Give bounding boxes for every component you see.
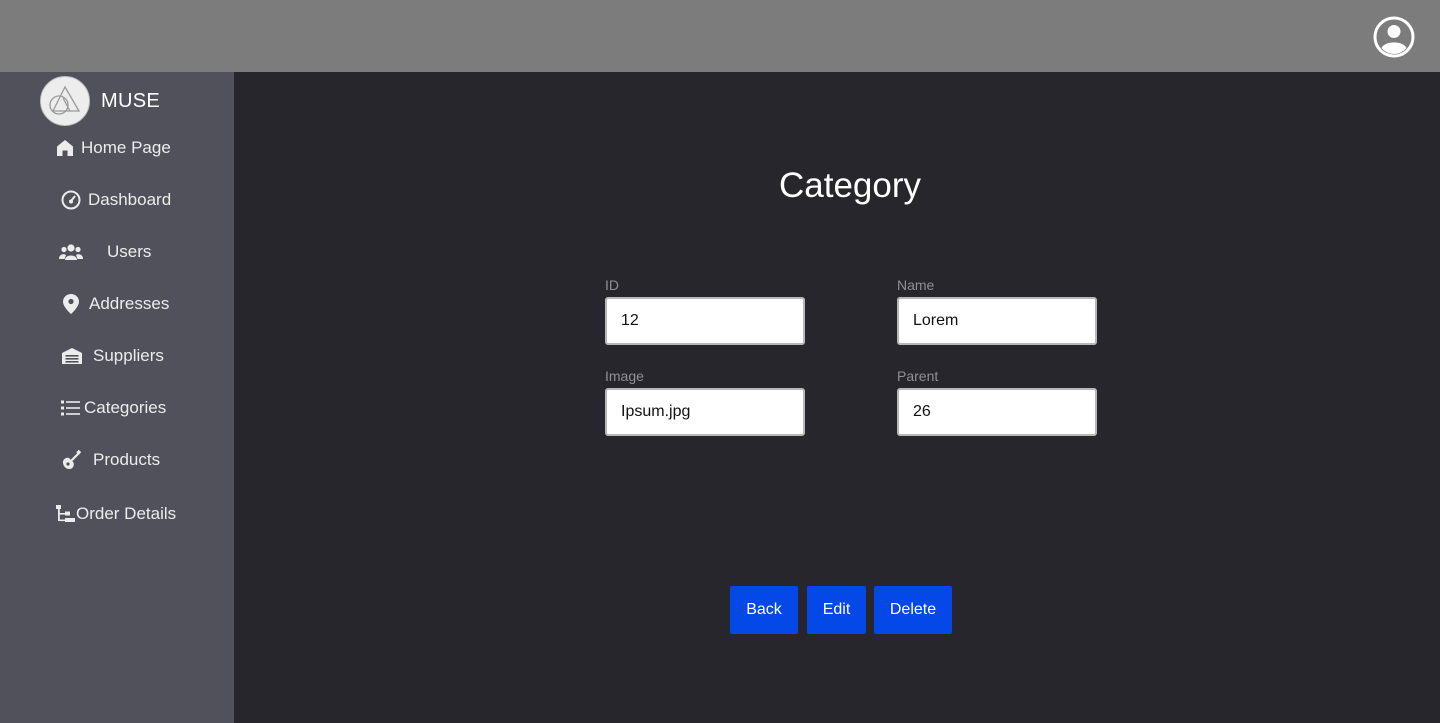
parent-field-label: Parent xyxy=(897,368,939,384)
sidebar-item-dashboard[interactable]: Dashboard xyxy=(61,188,171,212)
home-icon xyxy=(56,139,74,157)
sidebar-item-home-page[interactable]: Home Page xyxy=(56,136,171,160)
id-field-label: ID xyxy=(605,277,619,293)
sidebar-item-order-details[interactable]: Order Details xyxy=(56,502,176,526)
sidebar-item-label: Order Details xyxy=(76,504,177,523)
tree-structure-icon xyxy=(56,505,75,523)
brand-name: MUSE xyxy=(101,89,160,112)
name-field-label: Name xyxy=(897,277,935,293)
page-title: Category xyxy=(778,166,922,205)
top-bar xyxy=(0,0,1440,72)
image-field[interactable] xyxy=(605,388,805,436)
sidebar-item-suppliers[interactable]: Suppliers xyxy=(62,344,164,368)
parent-field[interactable] xyxy=(897,388,1097,436)
sidebar-item-users[interactable]: Users xyxy=(59,240,151,264)
sidebar-item-label: Categories xyxy=(84,398,167,417)
speedometer-icon xyxy=(61,190,81,210)
sidebar-item-products[interactable]: Products xyxy=(62,448,160,472)
sidebar-item-label: Users xyxy=(107,242,152,261)
sidebar-item-label: Home Page xyxy=(81,138,171,157)
muse-logo-icon xyxy=(40,76,90,126)
sidebar-item-label: Products xyxy=(93,450,161,469)
sidebar-item-categories[interactable]: Categories xyxy=(61,396,166,420)
map-pin-icon xyxy=(63,294,79,314)
sidebar-item-addresses[interactable]: Addresses xyxy=(63,292,169,316)
edit-button[interactable]: Edit xyxy=(807,586,866,634)
name-field[interactable] xyxy=(897,297,1097,345)
sidebar-item-label: Addresses xyxy=(89,294,170,313)
delete-button[interactable]: Delete xyxy=(874,586,952,634)
guitar-icon xyxy=(62,450,81,470)
image-field-label: Image xyxy=(605,368,644,384)
list-icon xyxy=(61,400,80,416)
sidebar-item-label: Suppliers xyxy=(93,346,164,365)
warehouse-icon xyxy=(62,347,82,365)
back-button[interactable]: Back xyxy=(730,586,798,634)
account-circle-icon[interactable] xyxy=(1372,15,1416,59)
sidebar: MUSE Home Page Dashboard Users Addresses… xyxy=(0,72,234,723)
users-icon xyxy=(59,243,83,261)
brand[interactable]: MUSE xyxy=(40,76,160,126)
sidebar-item-label: Dashboard xyxy=(88,190,172,209)
id-field[interactable] xyxy=(605,297,805,345)
